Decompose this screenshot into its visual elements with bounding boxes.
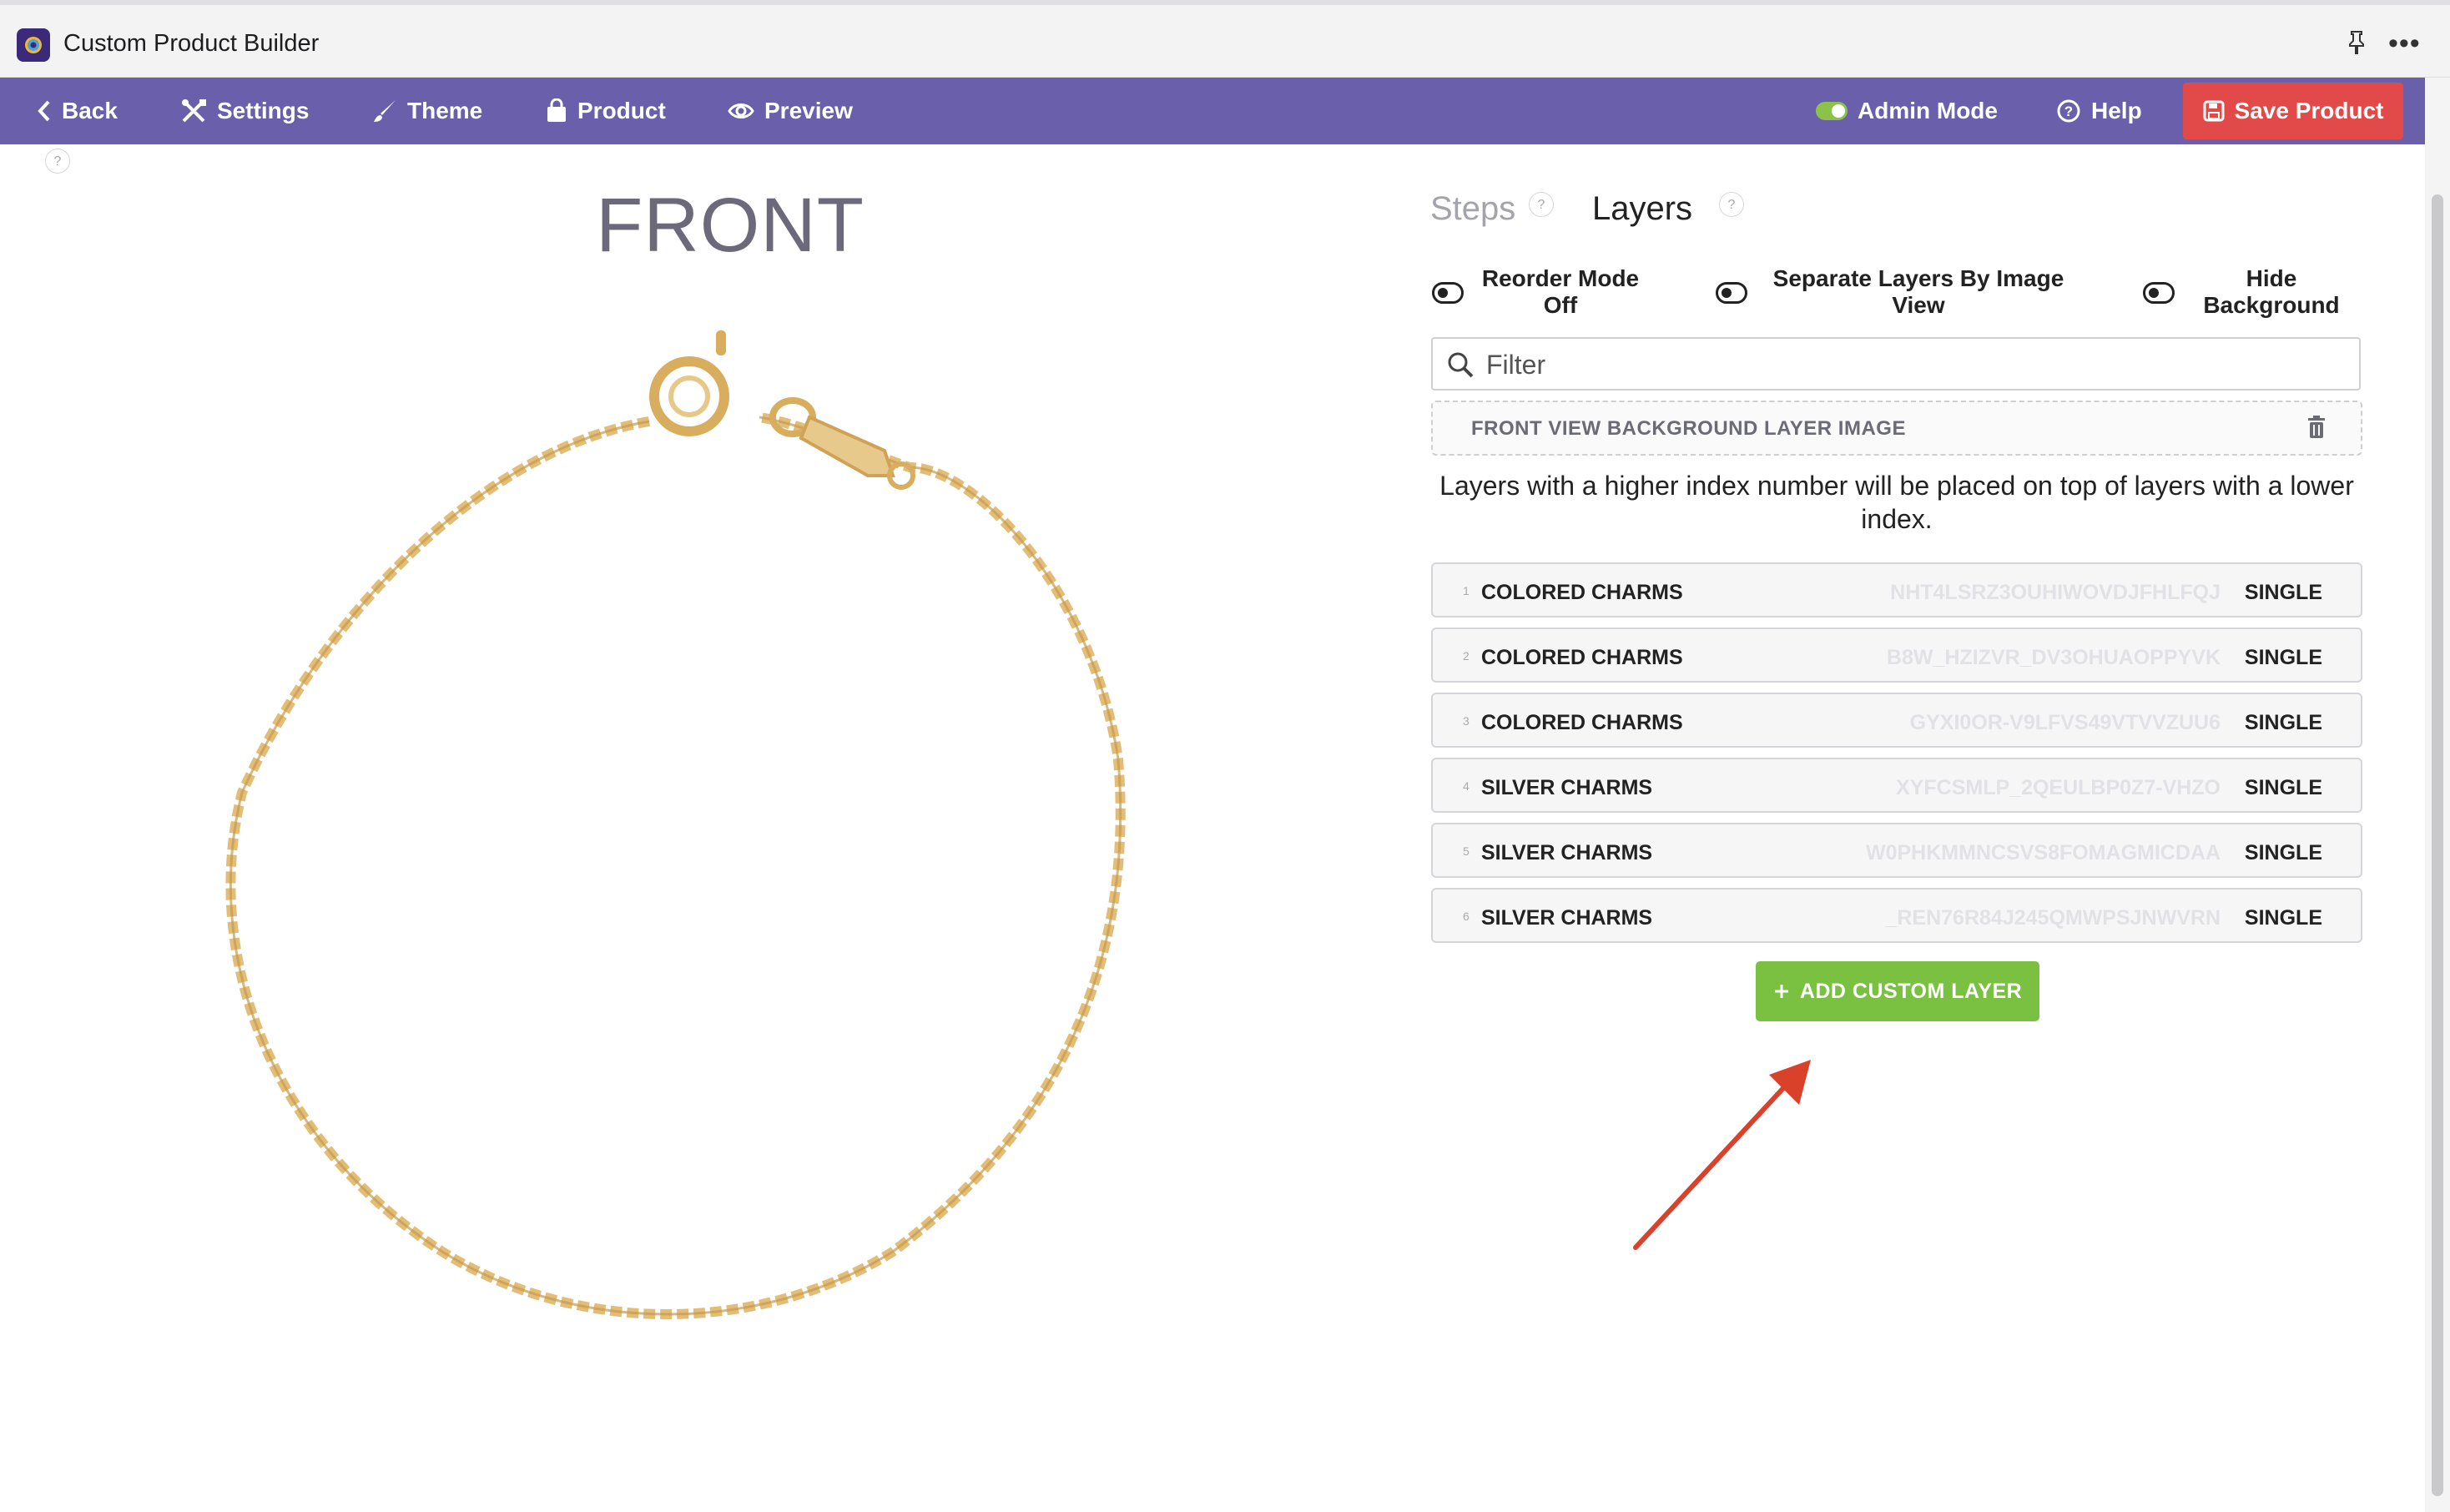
view-title: FRONT bbox=[596, 183, 865, 268]
layer-index: 4 bbox=[1463, 779, 1469, 793]
layer-name: COLORED CHARMS bbox=[1481, 711, 1683, 734]
svg-text:?: ? bbox=[2064, 103, 2073, 119]
toggle-icon bbox=[1816, 102, 1848, 120]
app-logo bbox=[17, 28, 50, 62]
layer-type: SINGLE bbox=[2244, 646, 2322, 669]
layer-type: SINGLE bbox=[2244, 711, 2322, 734]
annotation-arrow bbox=[1633, 1060, 1811, 1250]
brush-icon bbox=[374, 100, 396, 122]
search-icon bbox=[1448, 352, 1474, 378]
bag-icon bbox=[547, 98, 566, 122]
plus-icon bbox=[1774, 985, 1788, 998]
product-button[interactable]: Product bbox=[546, 78, 666, 144]
more-icon[interactable]: ••• bbox=[2388, 29, 2421, 58]
preview-label: Preview bbox=[764, 98, 853, 123]
layer-type: SINGLE bbox=[2244, 841, 2322, 864]
layer-code: B8W_HZIZVR_DV3OHUAOPPYVK bbox=[1886, 646, 2221, 669]
layer-name: SILVER CHARMS bbox=[1481, 906, 1653, 930]
reorder-mode-label: Reorder Mode Off bbox=[1481, 265, 1640, 318]
add-custom-layer-button[interactable]: ADD CUSTOM LAYER bbox=[1756, 961, 2039, 1021]
tab-steps[interactable]: Steps bbox=[1430, 190, 1515, 228]
scrollbar-thumb[interactable] bbox=[2432, 194, 2443, 1496]
layer-type: SINGLE bbox=[2244, 581, 2322, 604]
background-layer-slot[interactable]: FRONT VIEW BACKGROUND LAYER IMAGE bbox=[1431, 401, 2362, 456]
admin-mode-toggle[interactable]: Admin Mode bbox=[1816, 78, 1998, 144]
theme-button[interactable]: Theme bbox=[372, 78, 482, 144]
layer-name: COLORED CHARMS bbox=[1481, 581, 1683, 604]
steps-help-icon[interactable]: ? bbox=[1529, 192, 1554, 217]
preview-button[interactable]: Preview bbox=[728, 78, 853, 144]
filter-input[interactable] bbox=[1485, 345, 2339, 384]
help-button[interactable]: ? Help bbox=[2056, 78, 2142, 144]
layer-type: SINGLE bbox=[2244, 906, 2322, 930]
layer-index: 2 bbox=[1463, 649, 1469, 663]
layer-type: SINGLE bbox=[2244, 776, 2322, 799]
trash-icon[interactable] bbox=[2307, 416, 2326, 439]
app-titlebar: Custom Product Builder ••• bbox=[0, 0, 2450, 78]
eye-icon bbox=[728, 103, 754, 118]
theme-label: Theme bbox=[407, 98, 483, 123]
background-layer-label: FRONT VIEW BACKGROUND LAYER IMAGE bbox=[1471, 417, 1906, 440]
product-label: Product bbox=[577, 98, 666, 123]
hide-background-label: Hide Background bbox=[2203, 265, 2340, 318]
help-label: Help bbox=[2091, 98, 2142, 123]
save-product-button[interactable]: Save Product bbox=[2183, 83, 2403, 139]
hide-background-toggle-icon[interactable] bbox=[2143, 282, 2175, 304]
layer-code: XYFCSMLP_2QEULBP0Z7-VHZO bbox=[1896, 776, 2221, 799]
layer-code: NHT4LSRZ3OUHIWOVDJFHLFQJ bbox=[1890, 581, 2221, 604]
layers-help-icon[interactable]: ? bbox=[1719, 192, 1744, 217]
product-image-bracelet bbox=[225, 330, 1126, 1319]
pin-icon[interactable] bbox=[2347, 30, 2367, 59]
layer-row[interactable]: 3 COLORED CHARMS GYXI0OR-V9LFVS49VTVVZUU… bbox=[1431, 693, 2362, 748]
tab-layers[interactable]: Layers bbox=[1592, 190, 1692, 228]
layer-index: 5 bbox=[1463, 844, 1469, 858]
add-custom-layer-label: ADD CUSTOM LAYER bbox=[1799, 979, 2023, 1003]
main-toolbar: Back Settings Theme Product Preview Admi… bbox=[0, 78, 2425, 144]
layer-index: 1 bbox=[1463, 584, 1469, 597]
layer-row[interactable]: 1 COLORED CHARMS NHT4LSRZ3OUHIWOVDJFHLFQ… bbox=[1431, 562, 2362, 617]
save-label: Save Product bbox=[2234, 98, 2384, 123]
back-label: Back bbox=[62, 98, 118, 123]
layer-row[interactable]: 2 COLORED CHARMS B8W_HZIZVR_DV3OHUAOPPYV… bbox=[1431, 627, 2362, 683]
layer-code: W0PHKMMNCSVS8FOMAGMICDAA bbox=[1866, 841, 2221, 864]
app-title: Custom Product Builder bbox=[63, 30, 320, 57]
floppy-icon bbox=[2203, 100, 2225, 122]
separate-layers-toggle-icon[interactable] bbox=[1716, 282, 1747, 304]
back-button[interactable]: Back bbox=[37, 78, 118, 144]
separate-layers-label: Separate Layers By Image View bbox=[1772, 265, 2064, 318]
layer-index: 6 bbox=[1463, 910, 1469, 923]
help-icon[interactable]: ? bbox=[45, 149, 70, 174]
layer-row[interactable]: 5 SILVER CHARMS W0PHKMMNCSVS8FOMAGMICDAA… bbox=[1431, 823, 2362, 878]
tools-icon bbox=[182, 99, 206, 123]
layer-index: 3 bbox=[1463, 714, 1469, 728]
layer-row[interactable]: 4 SILVER CHARMS XYFCSMLP_2QEULBP0Z7-VHZO… bbox=[1431, 758, 2362, 813]
layer-row[interactable]: 6 SILVER CHARMS _REN76R84J245QMWPSJNWVRN… bbox=[1431, 888, 2362, 943]
help-circle-icon: ? bbox=[2057, 99, 2080, 123]
layer-name: SILVER CHARMS bbox=[1481, 841, 1653, 864]
filter-field[interactable] bbox=[1431, 337, 2361, 391]
reorder-toggle-icon[interactable] bbox=[1432, 282, 1464, 304]
admin-mode-label: Admin Mode bbox=[1858, 98, 1998, 123]
layer-code: _REN76R84J245QMWPSJNWVRN bbox=[1885, 906, 2221, 930]
settings-label: Settings bbox=[217, 98, 310, 123]
layer-name: SILVER CHARMS bbox=[1481, 776, 1653, 799]
scrollbar[interactable] bbox=[2425, 78, 2450, 1512]
settings-button[interactable]: Settings bbox=[180, 78, 309, 144]
chevron-left-icon bbox=[38, 100, 50, 122]
layer-name: COLORED CHARMS bbox=[1481, 646, 1683, 669]
layer-order-note: Layers with a higher index number will b… bbox=[1439, 471, 2354, 534]
layer-code: GYXI0OR-V9LFVS49VTVVZUU6 bbox=[1909, 711, 2221, 734]
